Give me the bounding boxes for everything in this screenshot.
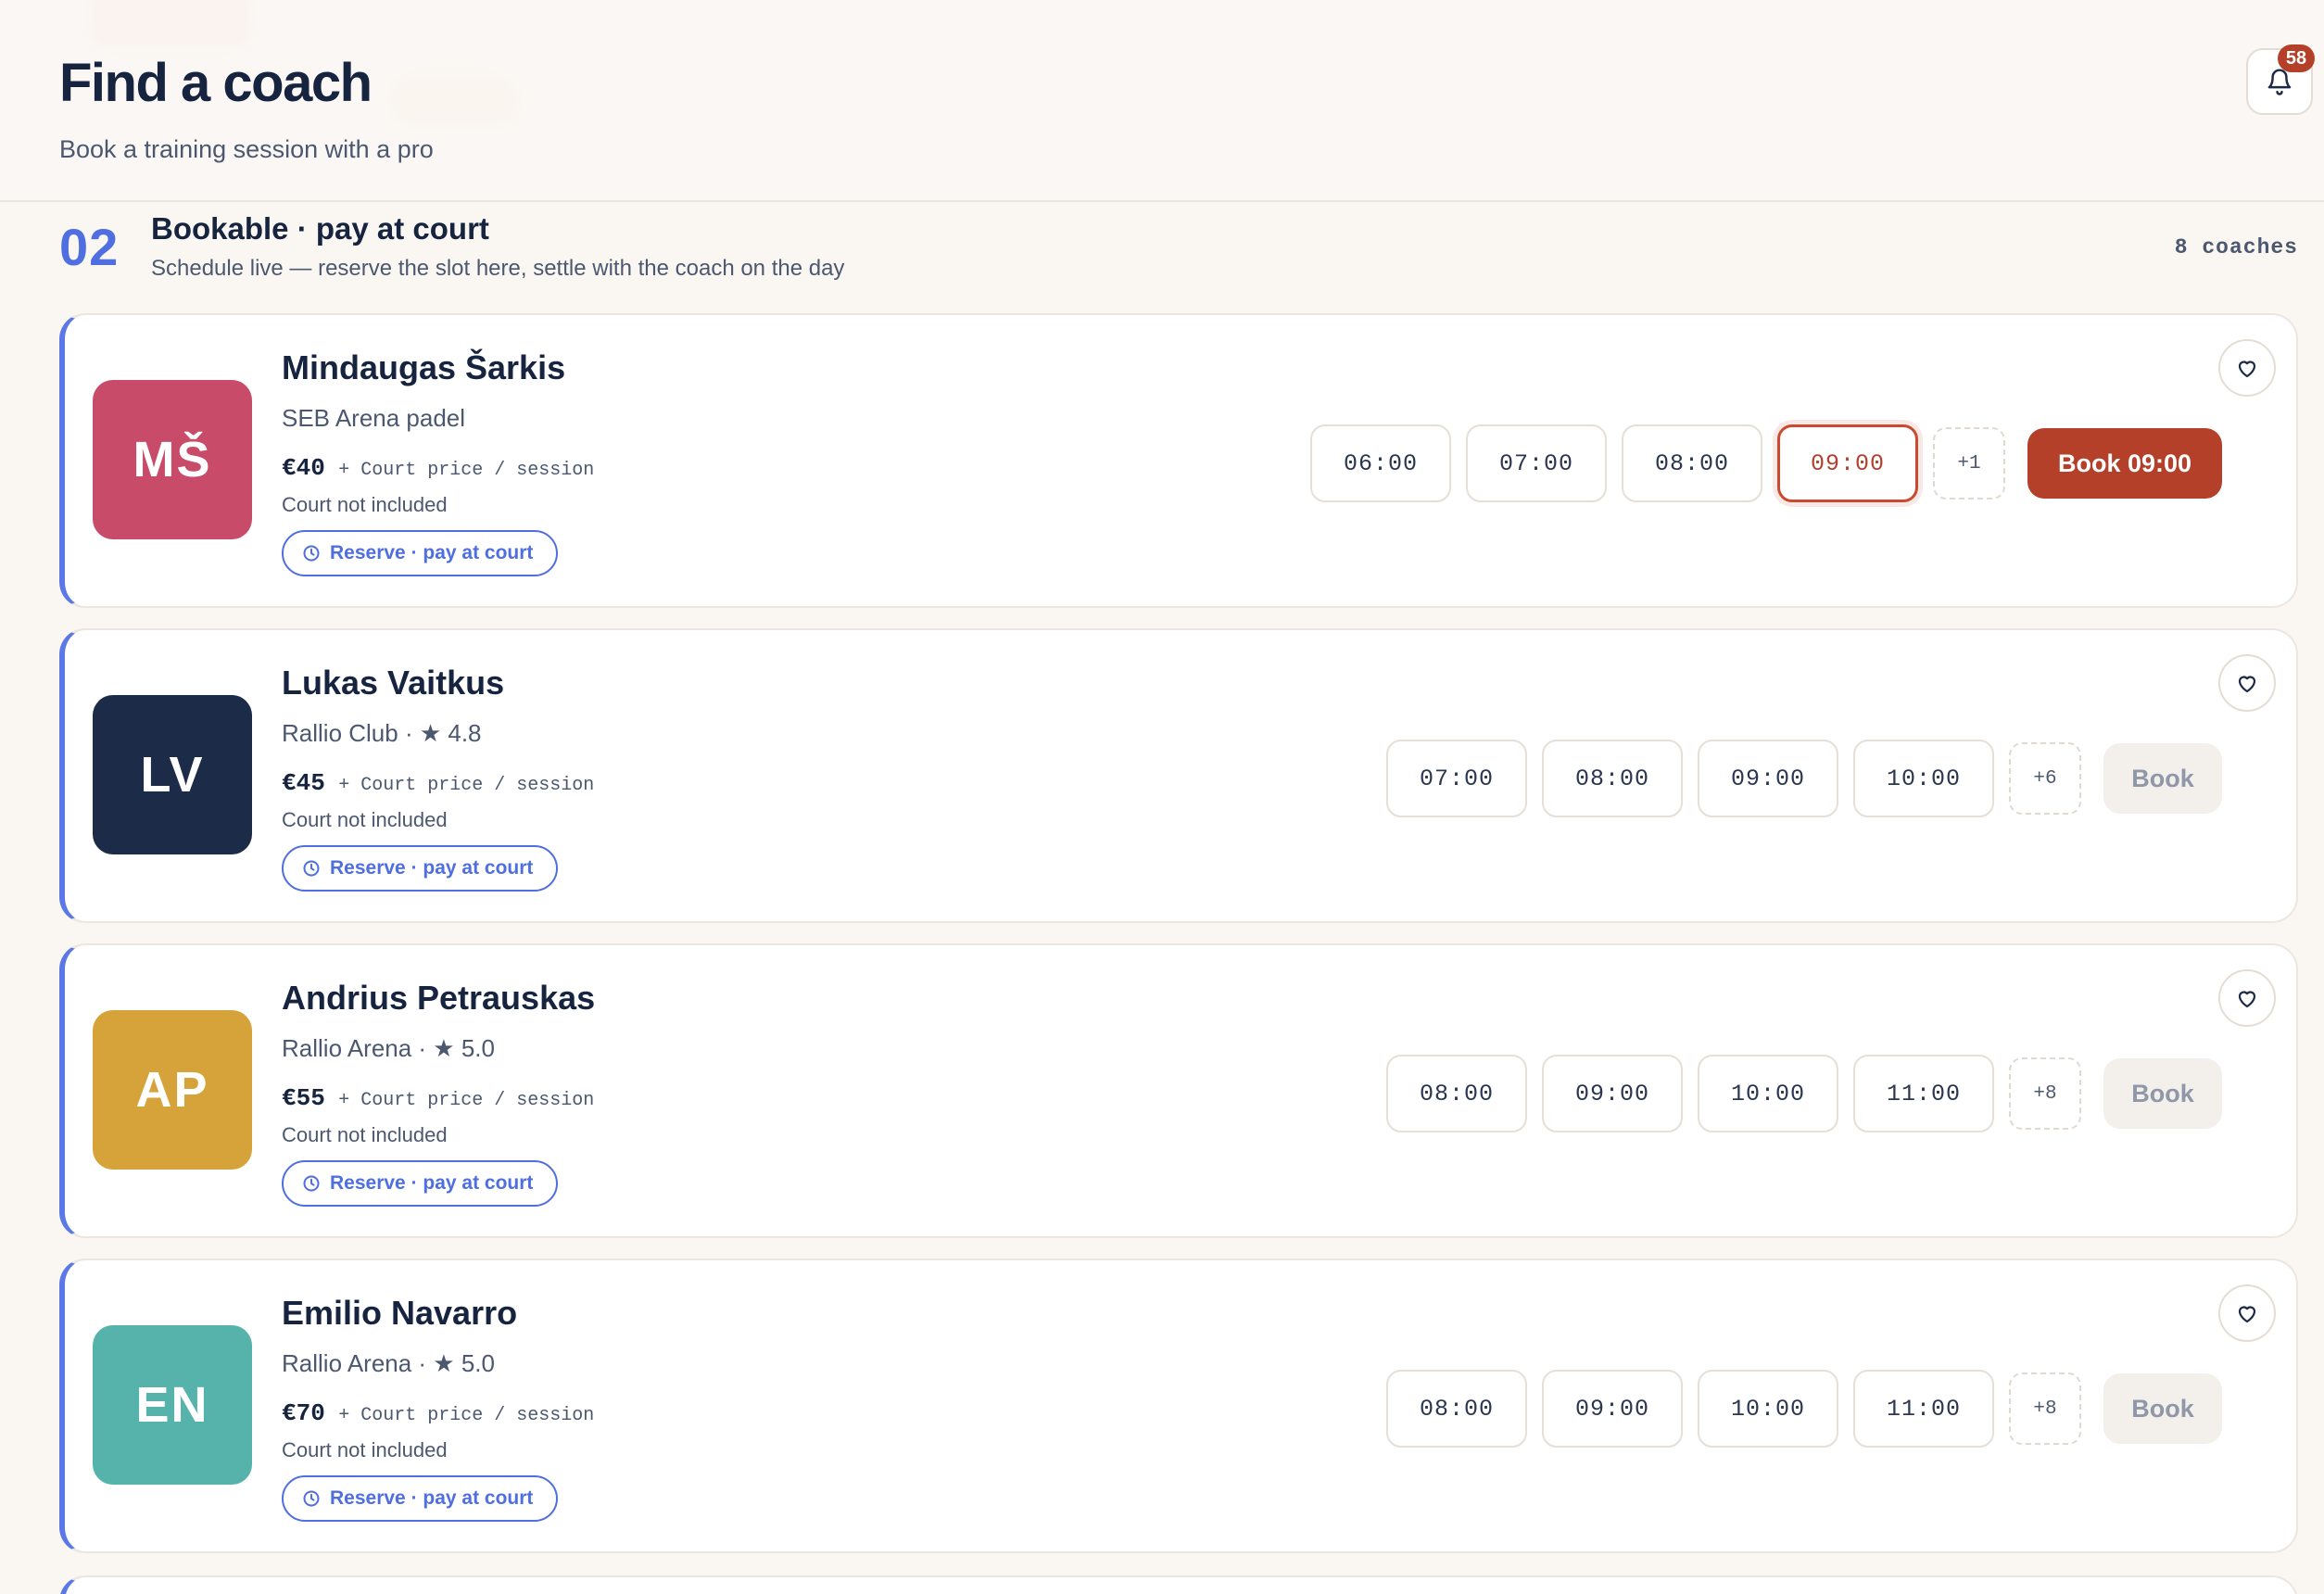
more-slots-button[interactable]: +1 <box>1933 427 2005 500</box>
time-slot[interactable]: 10:00 <box>1698 1370 1838 1448</box>
time-slot[interactable]: 08:00 <box>1386 1055 1527 1132</box>
time-slot[interactable]: 08:00 <box>1386 1370 1527 1448</box>
section-description: Schedule live — reserve the slot here, s… <box>151 256 845 281</box>
price-note: + Court price / session <box>338 775 595 796</box>
book-button[interactable]: Book 09:00 <box>2027 428 2222 499</box>
time-slot[interactable]: 08:00 <box>1622 424 1762 502</box>
coach-avatar: AP <box>93 1010 252 1170</box>
time-slot[interactable]: 10:00 <box>1853 740 1994 817</box>
time-slot[interactable]: 11:00 <box>1853 1055 1994 1132</box>
coach-price: €55 <box>282 1084 325 1112</box>
court-note: Court not included <box>282 808 448 831</box>
heart-icon <box>2238 991 2256 1008</box>
time-slot[interactable]: 10:00 <box>1698 1055 1838 1132</box>
time-slot[interactable]: 06:00 <box>1310 424 1451 502</box>
page-title: Find a coach <box>59 53 373 113</box>
more-slots-button[interactable]: +6 <box>2009 742 2081 815</box>
reserve-label: Reserve · pay at court <box>330 1487 534 1509</box>
favorite-button[interactable] <box>2218 339 2276 397</box>
book-button[interactable]: Book <box>2103 1373 2222 1444</box>
coach-card[interactable]: LV Lukas Vaitkus Rallio Club · ★ 4.8 €45… <box>59 628 2298 923</box>
coach-venue: Rallio Arena · ★ 5.0 <box>282 1349 495 1377</box>
coach-venue: SEB Arena padel <box>282 404 466 432</box>
time-slot[interactable]: 08:00 <box>1542 740 1683 817</box>
coach-name[interactable]: Emilio Navarro <box>282 1294 517 1333</box>
time-slot[interactable]: 11:00 <box>1853 1370 1994 1448</box>
clock-icon <box>303 1175 320 1192</box>
heart-icon <box>2238 1306 2256 1323</box>
reserve-pay-at-court-badge[interactable]: Reserve · pay at court <box>282 530 558 576</box>
heart-icon <box>2238 676 2256 693</box>
coach-card-partial <box>59 1575 2298 1594</box>
more-slots-button[interactable]: +8 <box>2009 1373 2081 1445</box>
price-line: €55 + Court price / session <box>282 1084 594 1112</box>
coach-name[interactable]: Mindaugas Šarkis <box>282 348 565 387</box>
price-note: + Court price / session <box>338 1405 595 1426</box>
court-note: Court not included <box>282 493 448 516</box>
coach-avatar: EN <box>93 1325 252 1485</box>
reserve-pay-at-court-badge[interactable]: Reserve · pay at court <box>282 1160 558 1207</box>
time-slot-list: 08:00 09:00 10:00 11:00 +8 Book <box>1386 1055 2222 1132</box>
price-note: + Court price / session <box>338 1090 595 1111</box>
heart-icon <box>2238 361 2256 378</box>
clock-icon <box>303 1490 320 1507</box>
coach-name[interactable]: Andrius Petrauskas <box>282 979 595 1018</box>
court-note: Court not included <box>282 1123 448 1146</box>
time-slot[interactable]: 09:00 <box>1777 424 1918 502</box>
time-slot[interactable]: 09:00 <box>1542 1055 1683 1132</box>
time-slot[interactable]: 07:00 <box>1386 740 1527 817</box>
coach-name[interactable]: Lukas Vaitkus <box>282 664 504 702</box>
coach-avatar: LV <box>93 695 252 854</box>
price-line: €40 + Court price / session <box>282 454 594 482</box>
favorite-button[interactable] <box>2218 654 2276 712</box>
time-slot[interactable]: 07:00 <box>1466 424 1607 502</box>
coach-card[interactable]: MŠ Mindaugas Šarkis SEB Arena padel €40 … <box>59 313 2298 608</box>
coach-venue: Rallio Arena · ★ 5.0 <box>282 1034 495 1062</box>
price-note: + Court price / session <box>338 460 595 481</box>
time-slot-list: 06:00 07:00 08:00 09:00 +1 Book 09:00 <box>1310 424 2222 502</box>
favorite-button[interactable] <box>2218 969 2276 1027</box>
section-number: 02 <box>59 218 120 276</box>
notifications-badge: 58 <box>2278 44 2315 72</box>
page-header: Find a coach Book a training session wit… <box>0 0 2324 202</box>
clock-icon <box>303 545 320 562</box>
price-line: €45 + Court price / session <box>282 769 594 797</box>
reserve-label: Reserve · pay at court <box>330 857 534 879</box>
coach-card[interactable]: AP Andrius Petrauskas Rallio Arena · ★ 5… <box>59 943 2298 1238</box>
book-button[interactable]: Book <box>2103 1058 2222 1129</box>
reserve-label: Reserve · pay at court <box>330 542 534 563</box>
clock-icon <box>303 860 320 877</box>
more-slots-button[interactable]: +8 <box>2009 1057 2081 1130</box>
coach-price: €40 <box>282 454 325 482</box>
book-button[interactable]: Book <box>2103 743 2222 814</box>
time-slot-list: 07:00 08:00 09:00 10:00 +6 Book <box>1386 740 2222 817</box>
app-root: Find a coach Book a training session wit… <box>0 0 2324 1594</box>
reserve-pay-at-court-badge[interactable]: Reserve · pay at court <box>282 1475 558 1522</box>
time-slot[interactable]: 09:00 <box>1542 1370 1683 1448</box>
section-title: Bookable · pay at court <box>151 211 489 246</box>
coach-venue: Rallio Club · ★ 4.8 <box>282 719 482 747</box>
coach-card[interactable]: EN Emilio Navarro Rallio Arena · ★ 5.0 €… <box>59 1259 2298 1553</box>
time-slot-list: 08:00 09:00 10:00 11:00 +8 Book <box>1386 1370 2222 1448</box>
page-subtitle: Book a training session with a pro <box>59 135 434 163</box>
reserve-pay-at-court-badge[interactable]: Reserve · pay at court <box>282 845 558 892</box>
court-note: Court not included <box>282 1438 448 1461</box>
time-slot[interactable]: 09:00 <box>1698 740 1838 817</box>
favorite-button[interactable] <box>2218 1284 2276 1342</box>
coach-price: €45 <box>282 769 325 797</box>
coach-price: €70 <box>282 1399 325 1427</box>
coach-avatar: MŠ <box>93 380 252 539</box>
reserve-label: Reserve · pay at court <box>330 1172 534 1194</box>
coach-count: 8 coaches <box>2174 235 2298 259</box>
price-line: €70 + Court price / session <box>282 1399 594 1427</box>
